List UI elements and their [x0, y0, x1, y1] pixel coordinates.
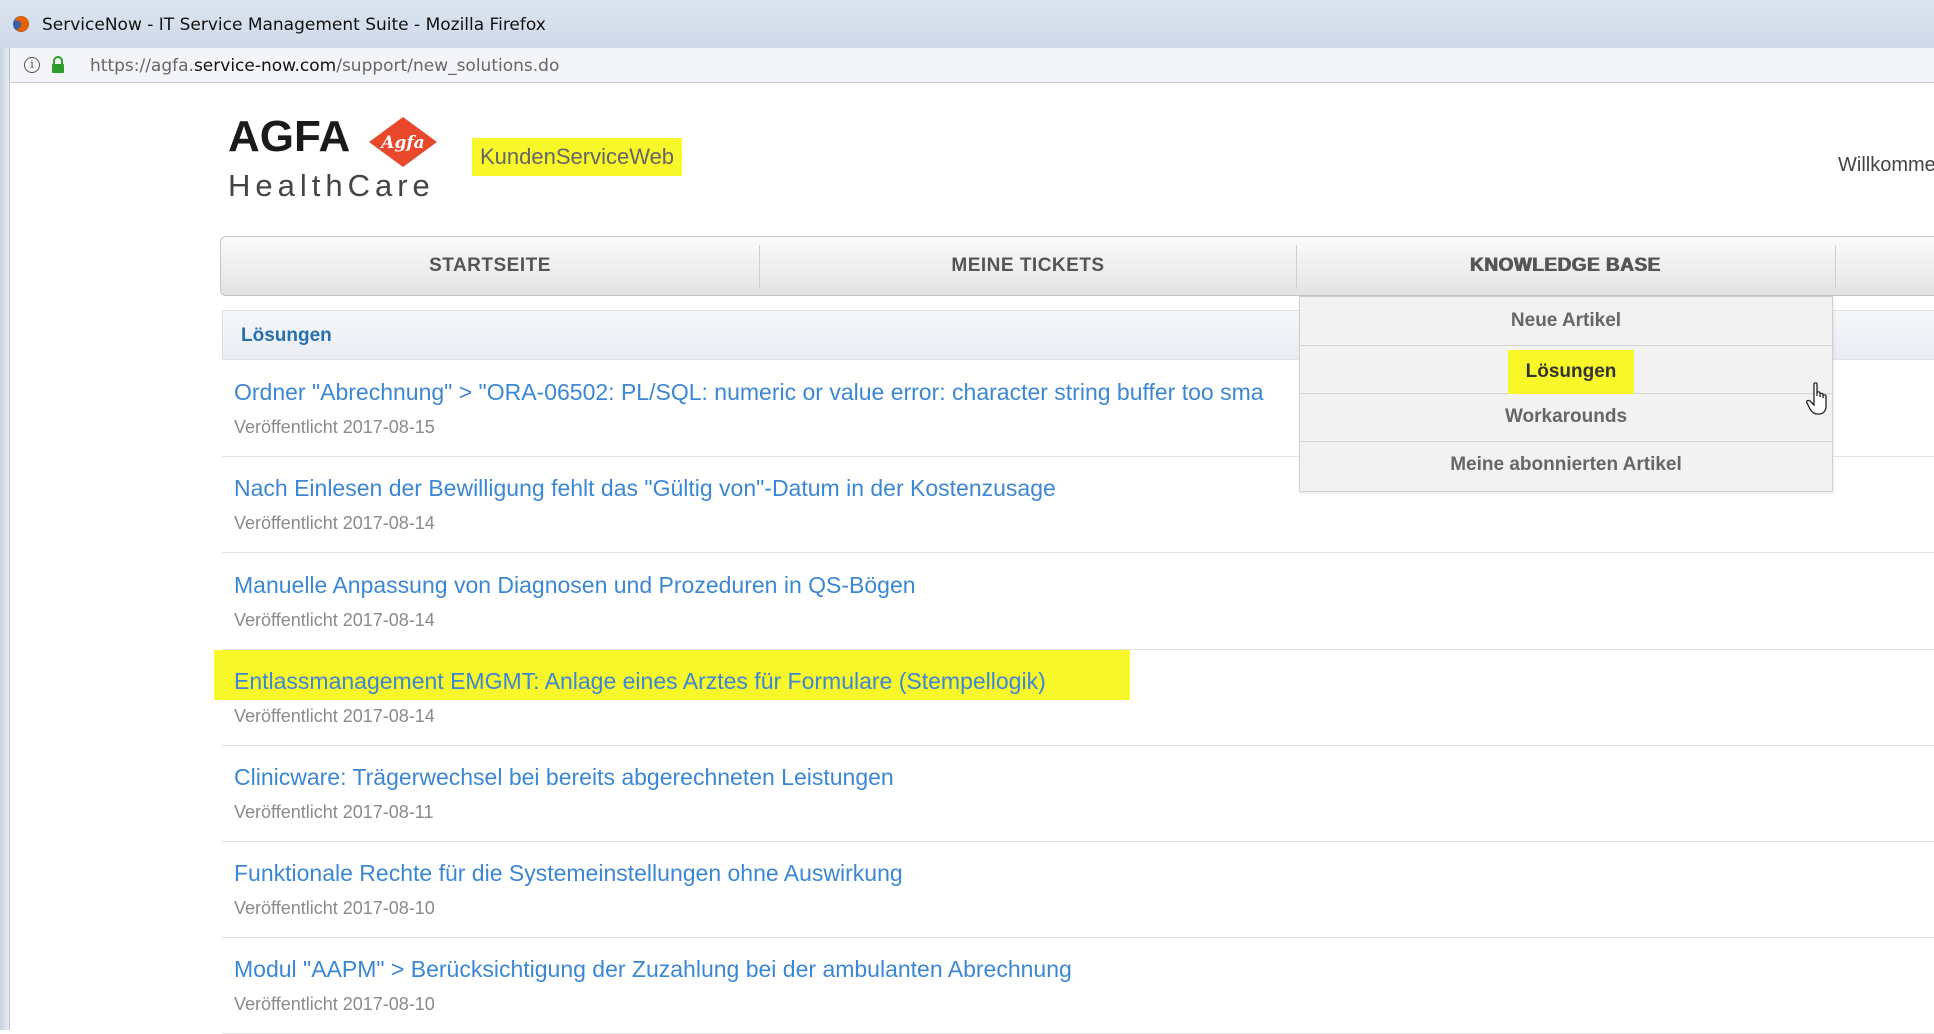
firefox-icon [13, 16, 29, 32]
solution-link[interactable]: Clinicware: Trägerwechsel bei bereits ab… [234, 764, 894, 791]
solution-item: Manuelle Anpassung von Diagnosen und Pro… [222, 554, 1934, 650]
site-name: KundenServiceWeb [472, 138, 683, 176]
solution-date: Veröffentlicht 2017-08-11 [234, 802, 434, 822]
solution-item: Entlassmanagement EMGMT: Anlage eines Ar… [222, 650, 1934, 746]
solution-link[interactable]: Funktionale Rechte für die Systemeinstel… [234, 860, 903, 887]
welcome-text: Willkomme [1838, 154, 1934, 176]
window-title-bar: ServiceNow - IT Service Management Suite… [0, 0, 1934, 49]
solution-date: Veröffentlicht 2017-08-15 [234, 417, 435, 437]
dropdown-item-neue-artikel[interactable]: Neue Artikel [1300, 297, 1832, 346]
url-path: /support/new_solutions.do [336, 56, 560, 76]
nav-startseite[interactable]: STARTSEITE [221, 237, 759, 295]
solution-link[interactable]: Entlassmanagement EMGMT: Anlage eines Ar… [234, 668, 1046, 695]
url-text[interactable]: https://agfa.service-now.com/support/new… [90, 56, 559, 76]
nav-knowledge-base-label[interactable]: KNOWLEDGE BASE [1296, 237, 1834, 295]
solution-link[interactable]: Nach Einlesen der Bewilligung fehlt das … [234, 475, 1056, 502]
url-prefix: https://agfa. [90, 56, 194, 76]
nav-meine-tickets[interactable]: MEINE TICKETS [760, 237, 1296, 295]
solutions-header-title: Lösungen [241, 325, 332, 346]
dropdown-item-meine-abonnierten-artikel[interactable]: Meine abonnierten Artikel [1300, 441, 1832, 489]
logo-wordmark: AGFA [228, 112, 351, 161]
window-title: ServiceNow - IT Service Management Suite… [42, 15, 546, 35]
hand-cursor-icon [1806, 382, 1827, 415]
solution-item: Clinicware: Trägerwechsel bei bereits ab… [222, 746, 1934, 842]
knowledge-base-dropdown: Neue Artikel Workarounds Meine abonniert… [1299, 296, 1833, 492]
solution-date: Veröffentlicht 2017-08-14 [234, 706, 435, 726]
solution-date: Veröffentlicht 2017-08-10 [234, 898, 435, 918]
solution-date: Veröffentlicht 2017-08-14 [234, 513, 435, 533]
logo-subtitle: HealthCare [228, 168, 435, 203]
solution-date: Veröffentlicht 2017-08-10 [234, 994, 435, 1014]
agfa-healthcare-logo[interactable]: AGFA Agfa HealthCare [228, 112, 448, 203]
lock-icon [52, 56, 64, 73]
logo-badge-text: Agfa [379, 133, 424, 153]
solution-link[interactable]: Manuelle Anpassung von Diagnosen und Pro… [234, 572, 916, 599]
agfa-rhombus-icon: Agfa [369, 117, 437, 167]
nav-divider [1835, 245, 1836, 289]
solution-link[interactable]: Ordner "Abrechnung" > "ORA-06502: PL/SQL… [234, 379, 1264, 406]
solution-item: Modul "AAPM" > Berücksichtigung der Zuza… [222, 938, 1934, 1034]
dropdown-item-workarounds[interactable]: Workarounds [1300, 393, 1832, 442]
info-icon[interactable]: i [24, 57, 40, 73]
solution-date: Veröffentlicht 2017-08-14 [234, 610, 435, 630]
solution-link[interactable]: Modul "AAPM" > Berücksichtigung der Zuza… [234, 956, 1072, 983]
address-bar[interactable]: i https://agfa.service-now.com/support/n… [10, 48, 1934, 83]
dropdown-item-loesungen-label[interactable]: Lösungen [1508, 350, 1634, 394]
solution-item: Funktionale Rechte für die Systemeinstel… [222, 842, 1934, 938]
url-domain: service-now.com [193, 56, 337, 76]
window-left-edge [0, 48, 10, 1030]
